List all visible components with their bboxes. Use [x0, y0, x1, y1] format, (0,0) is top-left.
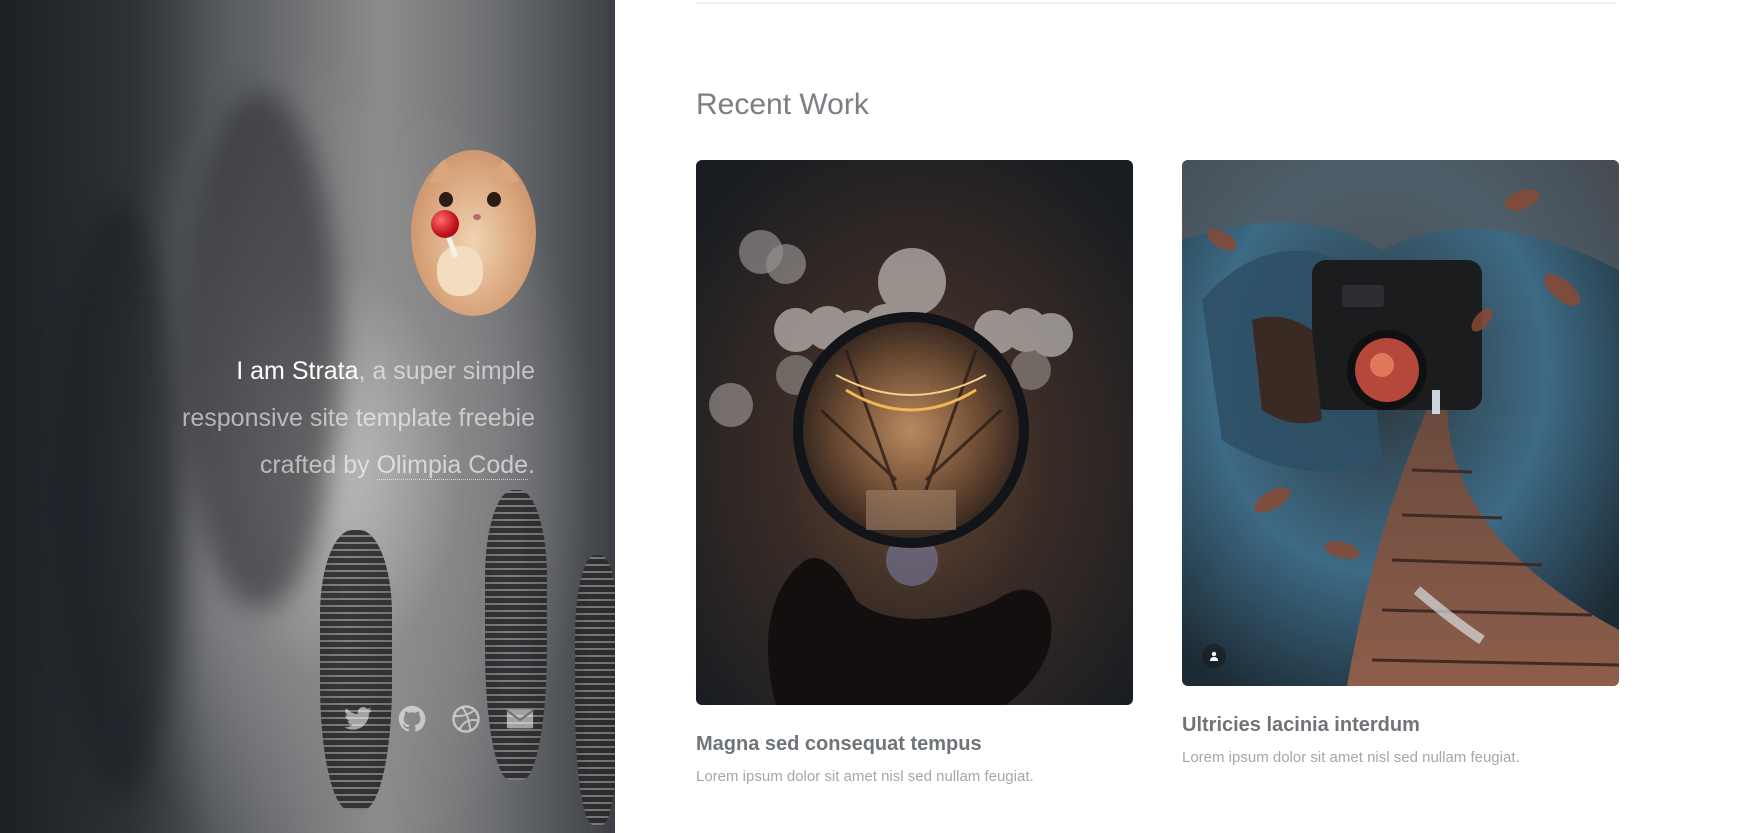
- work-item-description: Lorem ipsum dolor sit amet nisl sed null…: [1182, 749, 1520, 766]
- avatar[interactable]: [411, 150, 536, 316]
- cat-ear: [491, 156, 519, 182]
- intro-name: I am Strata: [236, 357, 359, 385]
- main-content: Recent Work Magna sed consequat tempus L…: [615, 0, 1744, 833]
- cat-eye: [439, 192, 453, 207]
- cat-nose: [473, 214, 481, 220]
- lollipop: [431, 210, 459, 238]
- background-building: [485, 490, 547, 780]
- cat-paw: [437, 246, 483, 296]
- camera-railway-image: [1182, 160, 1619, 686]
- envelope-icon[interactable]: [505, 704, 535, 734]
- cat-ear: [429, 156, 457, 182]
- sidebar-header: I am Strata, a super simple responsive s…: [0, 0, 615, 833]
- background-building: [575, 555, 615, 825]
- work-item-description: Lorem ipsum dolor sit amet nisl sed null…: [696, 768, 1034, 785]
- page: I am Strata, a super simple responsive s…: [0, 0, 1744, 833]
- dribbble-icon[interactable]: [451, 704, 481, 734]
- github-icon[interactable]: [397, 704, 427, 734]
- lens-ball-image: [696, 160, 1133, 705]
- work-item: Ultricies lacinia interdum Lorem ipsum d…: [1182, 160, 1619, 766]
- olimpia-code-link[interactable]: Olimpia Code: [376, 451, 529, 480]
- work-thumbnail[interactable]: [1182, 160, 1619, 686]
- social-icons: [343, 704, 535, 734]
- work-thumbnail[interactable]: [696, 160, 1133, 705]
- background-building: [320, 530, 392, 810]
- work-item-title[interactable]: Magna sed consequat tempus: [696, 733, 1133, 756]
- section-title: Recent Work: [696, 88, 869, 121]
- work-item-title[interactable]: Ultricies lacinia interdum: [1182, 714, 1619, 737]
- twitter-icon[interactable]: [343, 704, 373, 734]
- background-shadow: [60, 200, 180, 800]
- user-icon: [1202, 644, 1226, 668]
- divider: [696, 2, 1616, 4]
- cat-eye: [487, 192, 501, 207]
- intro-text: I am Strata, a super simple responsive s…: [130, 348, 535, 489]
- intro-text-end: .: [528, 451, 535, 479]
- work-item: Magna sed consequat tempus Lorem ipsum d…: [696, 160, 1133, 785]
